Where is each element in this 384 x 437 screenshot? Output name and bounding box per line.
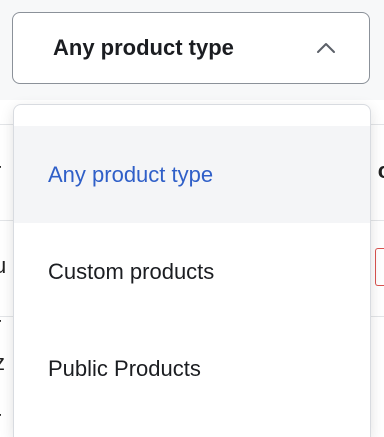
background-row-edge: r <box>0 314 1 336</box>
menu-option-public-products[interactable]: Public Products <box>14 320 370 417</box>
menu-option-custom-products[interactable]: Custom products <box>14 223 370 320</box>
product-type-filter-button[interactable]: Any product type <box>12 12 370 84</box>
background-row-edge: z <box>0 352 5 374</box>
background-input-edge <box>375 248 384 286</box>
product-type-filter-label: Any product type <box>53 35 234 60</box>
product-type-menu: Any product type Custom products Public … <box>13 104 371 437</box>
background-row-edge: u <box>0 253 7 278</box>
chevron-up-icon <box>315 37 337 59</box>
menu-option-any-product-type[interactable]: Any product type <box>14 126 370 223</box>
background-row-edge: r <box>0 160 1 182</box>
menu-option-label: Custom products <box>48 258 215 284</box>
page: r u r z r c Any product type Any product… <box>0 0 384 437</box>
menu-option-label: Any product type <box>48 161 214 187</box>
background-column-edge: c <box>377 158 384 183</box>
background-row-edge: r <box>0 408 1 430</box>
menu-option-label: Public Products <box>48 355 201 381</box>
